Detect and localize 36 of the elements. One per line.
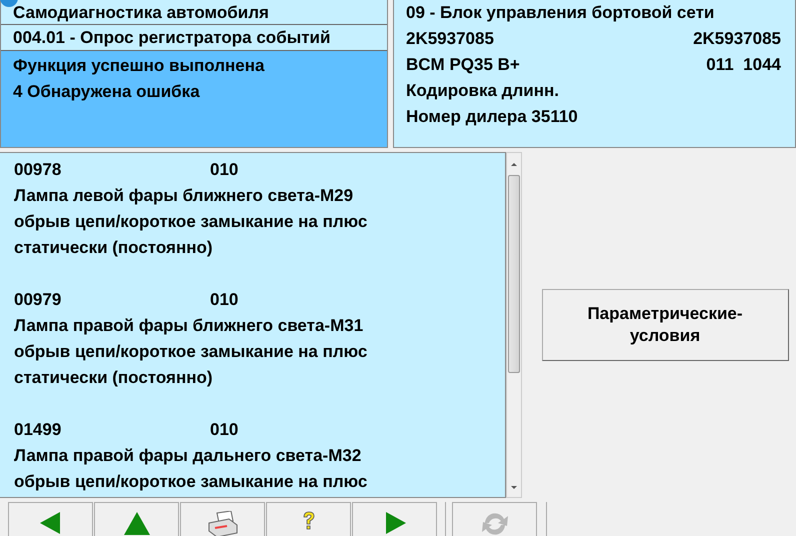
scrollbar[interactable]	[506, 152, 522, 498]
scroll-thumb[interactable]	[508, 175, 520, 373]
fault-status: 010	[210, 419, 238, 441]
fault-code: 01499	[14, 420, 62, 439]
status-text: Функция успешно выполнена	[13, 56, 264, 75]
fault-code: 00979	[14, 290, 62, 309]
up-button[interactable]	[94, 502, 179, 536]
fault-description: обрыв цепи/короткое замыкание на плюс	[14, 472, 368, 491]
fault-description: Лампа правой фары дальнего света-M32	[14, 446, 362, 465]
module-info: Кодировка длинн.	[406, 80, 559, 102]
fault-description: обрыв цепи/короткое замыкание на плюс	[14, 342, 368, 361]
module-info: BCM PQ35 B+	[406, 54, 520, 76]
module-info: 011 1044	[706, 54, 781, 76]
module-info: Номер дилера 35110	[406, 106, 578, 128]
fault-description: статически (постоянно)	[14, 238, 213, 257]
module-info: 09 - Блок управления бортовой сети	[406, 2, 714, 24]
window-title: Самодиагностика автомобиля	[13, 3, 269, 22]
help-icon	[302, 511, 316, 531]
fault-description: Лампа левой фары ближнего света-M29	[14, 186, 354, 205]
fault-description: обрыв цепи/короткое замыкание на плюс	[14, 212, 368, 231]
up-icon	[122, 511, 150, 535]
module-info: 2K5937085	[406, 28, 494, 50]
printer-icon	[206, 511, 238, 536]
fault-code: 00978	[14, 160, 62, 179]
status-text: 4 Обнаружена ошибка	[13, 82, 200, 101]
fault-status: 010	[210, 289, 238, 311]
fault-status: 010	[210, 159, 238, 181]
parameters-button[interactable]: Параметрические-условия	[542, 289, 788, 361]
print-button[interactable]	[180, 502, 265, 536]
fault-description: Лампа правой фары ближнего света-M31	[14, 316, 364, 335]
fault-description: статически (постоянно)	[14, 368, 213, 387]
refresh-icon	[480, 511, 510, 536]
forward-button[interactable]	[352, 502, 437, 536]
function-label: 004.01 - Опрос регистратора событий	[13, 28, 330, 47]
module-info: 2K5937085	[693, 28, 781, 50]
back-button[interactable]	[8, 502, 93, 536]
